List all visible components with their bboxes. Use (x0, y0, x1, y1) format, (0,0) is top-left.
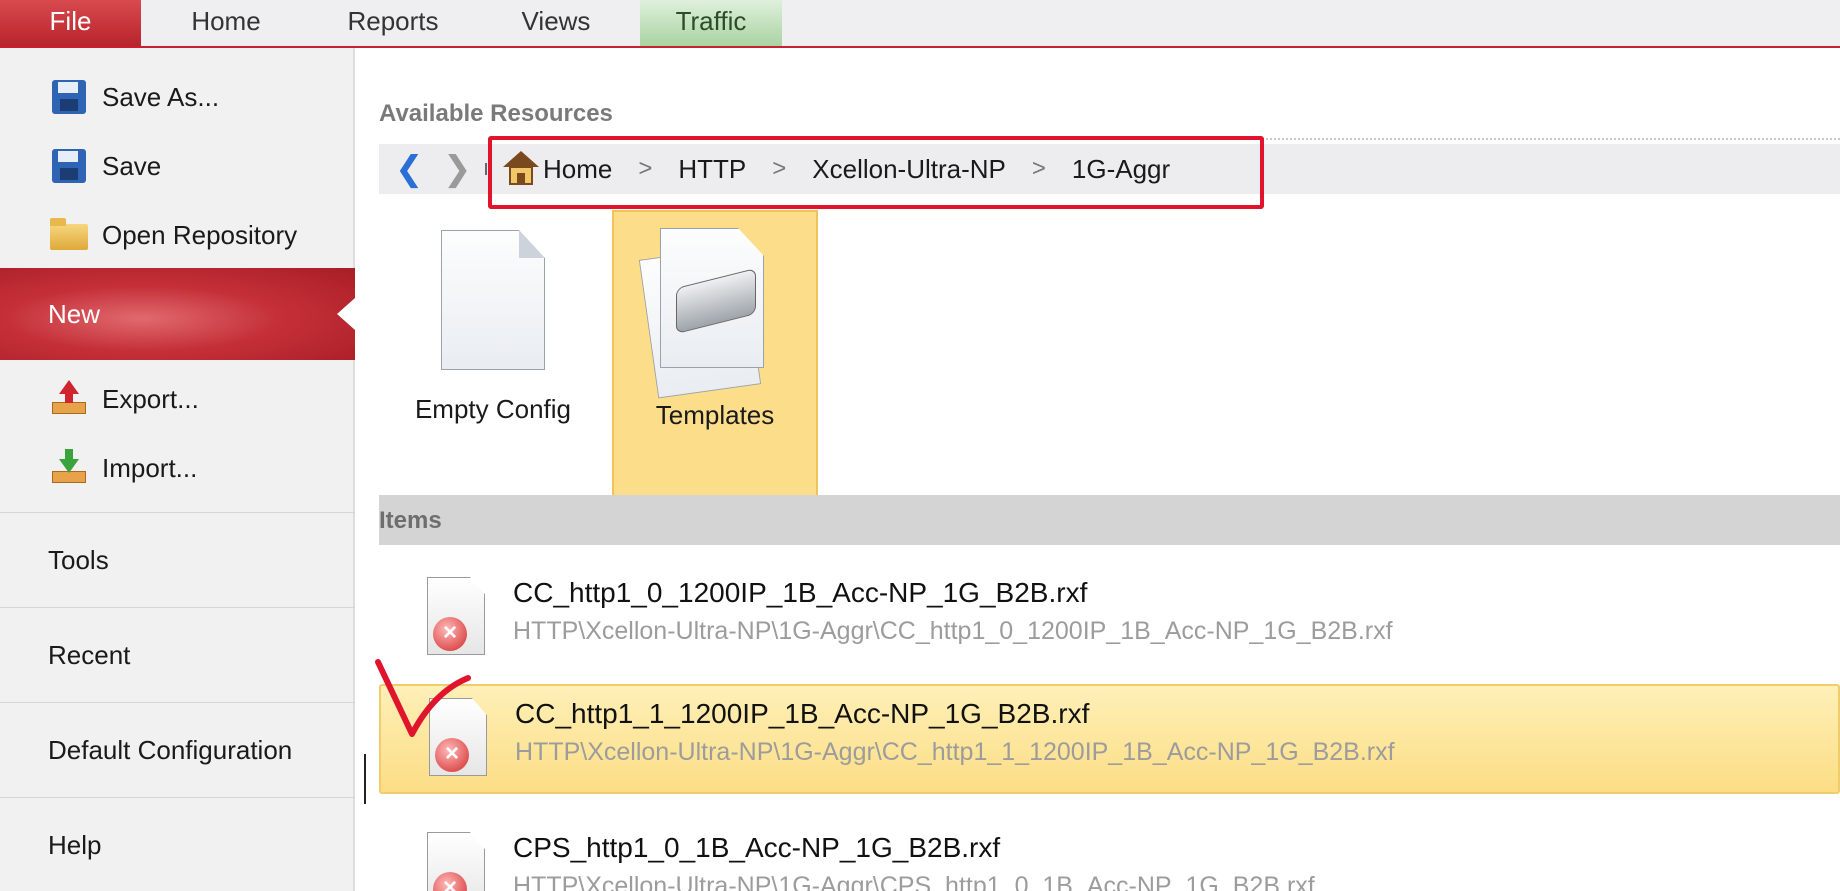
forward-arrow-icon[interactable]: ❯ (443, 152, 472, 186)
breadcrumb-dropdown-handle[interactable] (485, 163, 487, 175)
item-path: HTTP\Xcellon-Ultra-NP\1G-Aggr\CC_http1_1… (515, 738, 1395, 766)
tile-templates[interactable]: Templates (612, 210, 818, 524)
text-cursor (364, 754, 366, 804)
sidebar-item-tools[interactable]: Tools (0, 513, 355, 607)
sidebar-item-label: Import... (102, 452, 198, 483)
selection-notch (337, 298, 355, 330)
list-item[interactable]: × CPS_http1_0_1B_Acc-NP_1G_B2B.rxf HTTP\… (379, 820, 1840, 891)
highlight-annotation-box (488, 136, 1264, 209)
save-as-icon (50, 78, 88, 116)
sidebar-item-help[interactable]: Help (0, 798, 355, 891)
list-item[interactable]: × CC_http1_0_1200IP_1B_Acc-NP_1G_B2B.rxf… (379, 565, 1840, 673)
sidebar-item-label: New (48, 299, 101, 329)
available-resources-title: Available Resources (379, 100, 613, 127)
tile-label: Empty Config (414, 394, 572, 424)
sidebar-item-recent[interactable]: Recent (0, 608, 355, 702)
sidebar-item-label: Export... (102, 383, 199, 414)
sidebar-item-label: Open Repository (102, 219, 298, 250)
sidebar-item-new[interactable]: New (0, 268, 355, 360)
backstage-sidebar: Save As... Save Open Repository New Expo… (0, 48, 355, 891)
save-icon (50, 147, 88, 185)
tile-label: Templates (655, 400, 775, 430)
tab-traffic[interactable]: Traffic (640, 0, 782, 46)
tab-file[interactable]: File (0, 0, 141, 46)
sidebar-item-save-as[interactable]: Save As... (0, 74, 355, 120)
tile-empty-config[interactable]: Empty Config (391, 208, 595, 468)
sidebar-item-import[interactable]: Import... (0, 445, 355, 491)
items-title: Items (379, 507, 442, 534)
document-fold (519, 230, 545, 258)
item-name: CPS_http1_0_1B_Acc-NP_1G_B2B.rxf (513, 832, 1001, 863)
sidebar-item-label: Tools (48, 544, 109, 575)
sidebar-item-export[interactable]: Export... (0, 376, 355, 422)
sidebar-item-open-repository[interactable]: Open Repository (0, 212, 355, 258)
items-section-header: Items (379, 495, 1840, 545)
sidebar-item-default-configuration[interactable]: Default Configuration (0, 703, 355, 797)
sidebar-item-label: Default Configuration (48, 734, 293, 765)
tab-views[interactable]: Views (512, 0, 600, 46)
sidebar-item-label: Save As... (102, 81, 220, 112)
item-path: HTTP\Xcellon-Ultra-NP\1G-Aggr\CC_http1_0… (513, 617, 1393, 645)
sidebar-item-label: Help (48, 829, 102, 860)
sidebar-item-save[interactable]: Save (0, 143, 355, 189)
list-item-selected[interactable]: × CC_http1_1_1200IP_1B_Acc-NP_1G_B2B.rxf… (379, 684, 1840, 794)
import-icon (50, 449, 88, 487)
error-badge-icon: × (435, 738, 469, 772)
back-arrow-icon[interactable]: ❮ (395, 152, 424, 186)
item-name: CC_http1_1_1200IP_1B_Acc-NP_1G_B2B.rxf (515, 698, 1090, 729)
sidebar-item-label: Save (102, 150, 162, 181)
tab-reports[interactable]: Reports (332, 0, 454, 46)
error-badge-icon: × (433, 617, 467, 651)
export-icon (50, 380, 88, 418)
item-name: CC_http1_0_1200IP_1B_Acc-NP_1G_B2B.rxf (513, 577, 1088, 608)
sidebar-item-label: Recent (48, 639, 131, 670)
item-path: HTTP\Xcellon-Ultra-NP\1G-Aggr\CPS_http1_… (513, 872, 1315, 891)
tab-home[interactable]: Home (170, 0, 282, 46)
checkmark-annotation-icon (375, 659, 471, 737)
ribbon-tab-bar: File Home Reports Views Traffic (0, 0, 1840, 48)
folder-open-icon (50, 216, 88, 254)
